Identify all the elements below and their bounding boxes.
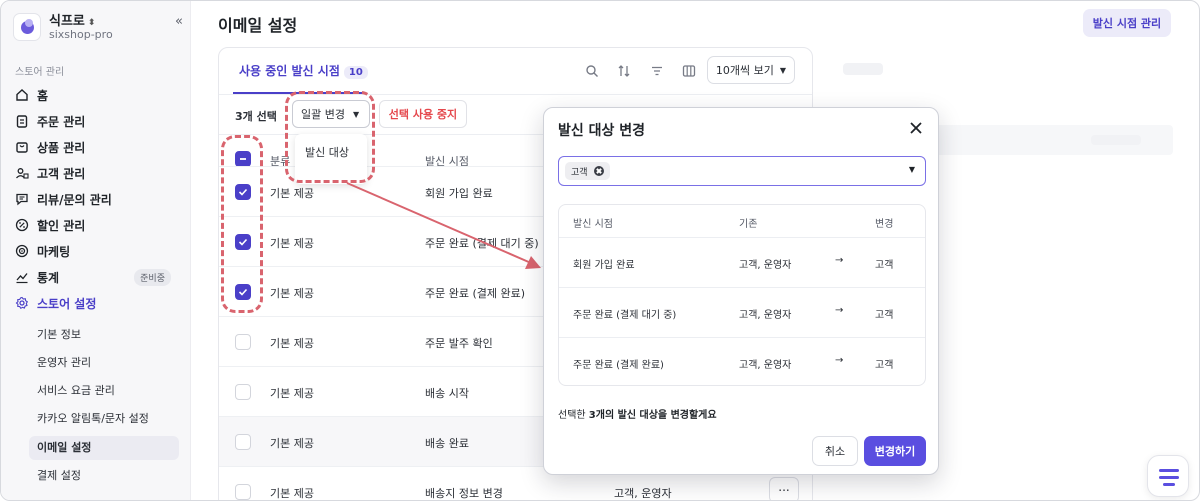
menu-line-icon: [1159, 476, 1179, 479]
preview-header-row: 발신 시점 기존 변경: [559, 205, 925, 237]
target-chip: 고객: [565, 162, 610, 180]
modal-title: 발신 대상 변경: [558, 123, 646, 139]
arrow-right-icon: →: [835, 305, 844, 316]
preview-after: 고객: [875, 360, 894, 371]
remove-chip-icon[interactable]: [593, 166, 604, 176]
close-icon[interactable]: [908, 120, 924, 136]
preview-after: 고객: [875, 310, 894, 321]
menu-line-icon: [1163, 483, 1175, 486]
dropdown-caret-icon: ▼: [908, 165, 915, 174]
chip-label: 고객: [571, 167, 588, 178]
preview-after: 고객: [875, 260, 894, 271]
preview-row: 주문 완료 (결제 완료) 고객, 운영자 → 고객: [559, 337, 925, 385]
preview-before: 고객, 운영자: [739, 360, 792, 371]
menu-line-icon: [1159, 469, 1179, 472]
arrow-right-icon: →: [835, 255, 844, 266]
preview-header-before: 기존: [739, 219, 758, 230]
help-menu-button[interactable]: [1147, 455, 1189, 497]
app-window: 식프로 ⬍ sixshop-pro « 스토어 관리 홈 주문 관리 상품 관리 …: [0, 0, 1200, 501]
modal-note: 선택한 3개의 발신 대상을 변경할게요: [558, 406, 717, 421]
preview-timing: 회원 가입 완료: [573, 260, 635, 271]
cancel-button[interactable]: 취소: [812, 436, 858, 466]
preview-before: 고객, 운영자: [739, 310, 792, 321]
change-target-modal: 발신 대상 변경 고객 ▼ 발신 시점 기존 변경 회원 가입 완료 고객, 운…: [543, 107, 939, 475]
arrow-right-icon: →: [835, 355, 844, 366]
note-prefix: 선택한: [558, 410, 589, 421]
target-select[interactable]: 고객 ▼: [558, 156, 926, 186]
preview-row: 회원 가입 완료 고객, 운영자 → 고객: [559, 237, 925, 287]
preview-row: 주문 완료 (결제 대기 중) 고객, 운영자 → 고객: [559, 287, 925, 337]
preview-before: 고객, 운영자: [739, 260, 792, 271]
note-bold: 3개의 발신 대상을 변경할게요: [588, 410, 717, 421]
confirm-change-button[interactable]: 변경하기: [864, 436, 926, 466]
preview-header-after: 변경: [875, 219, 894, 230]
preview-timing: 주문 완료 (결제 완료): [573, 360, 664, 371]
preview-table: 발신 시점 기존 변경 회원 가입 완료 고객, 운영자 → 고객 주문 완료 …: [558, 204, 926, 386]
preview-timing: 주문 완료 (결제 대기 중): [573, 310, 677, 321]
preview-header-timing: 발신 시점: [573, 219, 613, 230]
